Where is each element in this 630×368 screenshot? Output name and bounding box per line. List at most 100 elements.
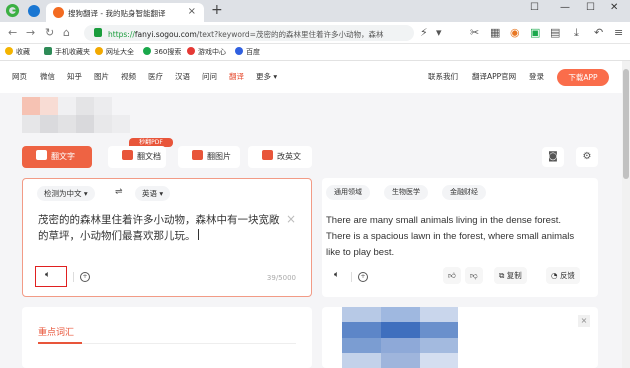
bookmark-sites[interactable]: 网址大全	[95, 47, 134, 57]
edit-icon	[262, 150, 273, 160]
login-link[interactable]: 登录	[529, 71, 544, 82]
sogou-favicon-icon	[53, 7, 64, 18]
domain-finance[interactable]: 金融财经	[442, 185, 486, 200]
forward-icon[interactable]: →	[26, 26, 35, 39]
browser-logo-icon[interactable]	[5, 3, 20, 18]
nav-web[interactable]: 网页	[12, 71, 27, 82]
tab-translate-image[interactable]: 翻图片	[178, 146, 240, 168]
speaker-icon[interactable]: 🔈︎	[45, 270, 50, 280]
scrollbar-thumb[interactable]	[623, 69, 629, 179]
add-icon[interactable]: +	[358, 272, 368, 282]
pinned-tab-icon[interactable]	[28, 5, 40, 17]
char-count: 39/5000	[266, 274, 296, 282]
bookmark-360[interactable]: 360搜索	[143, 47, 181, 57]
speaker-icon[interactable]: 🔈︎	[334, 270, 339, 280]
nav-zhihu[interactable]: 知乎	[67, 71, 82, 82]
nav-hanyu[interactable]: 汉语	[175, 71, 190, 82]
gamepad-icon[interactable]: ◉	[510, 26, 520, 39]
back-icon[interactable]: ←	[8, 26, 17, 39]
new-tab-button[interactable]: +	[211, 2, 223, 18]
nav-medical[interactable]: 医疗	[148, 71, 163, 82]
menu-icon[interactable]: ≡	[614, 26, 623, 39]
site-nav: 网页 微信 知乎 图片 视频 医疗 汉语 问问 翻译 更多 ▾ 联系我们 翻译A…	[0, 61, 622, 93]
tab-translate-doc[interactable]: 翻文档	[108, 146, 166, 168]
ad-close-icon[interactable]: ×	[578, 315, 590, 327]
tab-close-icon[interactable]: ×	[188, 6, 196, 17]
active-underline	[38, 342, 82, 344]
star-icon	[5, 47, 13, 55]
ad-panel: ×	[322, 307, 598, 368]
feedback-button[interactable]: ◔ 反馈	[546, 267, 580, 284]
domain-biomed[interactable]: 生物医学	[384, 185, 428, 200]
home-icon[interactable]: ⌂	[63, 26, 70, 39]
apps-icon[interactable]: ▤	[550, 26, 560, 39]
divider	[351, 272, 352, 282]
tab-correct-english[interactable]: 改英文	[248, 146, 312, 168]
browser-tab-bar: 搜狗翻译 - 我的贴身智能翻译 × + ☐ — ☐ ✕	[0, 0, 630, 22]
tab-title: 搜狗翻译 - 我的贴身智能翻译	[68, 9, 166, 18]
document-icon	[122, 150, 133, 160]
window-restore-icon[interactable]: ☐	[530, 2, 539, 13]
nav-video[interactable]: 视频	[121, 71, 136, 82]
extension-icon[interactable]: ▣	[530, 26, 540, 39]
page-scrollbar[interactable]	[622, 61, 630, 368]
url-field[interactable]: https://fanyi.sogou.com/text?keyword=茂密的…	[84, 25, 414, 41]
domain-general[interactable]: 通用领域	[326, 185, 370, 200]
source-text-input[interactable]: 茂密的的森林里住着许多小动物，森林中有一块宽敞的草坪，小动物们最喜欢那儿玩。	[38, 212, 288, 244]
like-button[interactable]: 👍︎	[443, 267, 461, 284]
url-text: https://fanyi.sogou.com/text?keyword=茂密的…	[108, 30, 384, 39]
divider	[73, 272, 74, 282]
text-icon	[36, 150, 47, 160]
dropdown-icon[interactable]: ▾	[436, 26, 442, 39]
bookmark-mobile[interactable]: 手机收藏夹	[44, 47, 90, 57]
window-close-icon[interactable]: ✕	[610, 2, 618, 13]
contact-link[interactable]: 联系我们	[428, 71, 458, 82]
download-icon[interactable]: ⤓	[574, 26, 579, 40]
copy-icon: ⧉	[499, 271, 507, 280]
nav-more[interactable]: 更多 ▾	[256, 71, 277, 82]
nav-images[interactable]: 图片	[94, 71, 109, 82]
keywords-title[interactable]: 重点词汇	[38, 325, 74, 338]
baidu-icon	[235, 47, 243, 55]
grid-icon[interactable]: ▦	[490, 26, 500, 39]
mobile-icon	[44, 47, 52, 55]
target-panel: 通用领域 生物医学 金融财经 There are many small anim…	[322, 178, 598, 297]
add-icon[interactable]: +	[80, 272, 90, 282]
game-icon	[187, 47, 195, 55]
camera-icon[interactable]: ◙	[542, 147, 564, 167]
lightning-icon[interactable]: ⚡	[420, 26, 428, 39]
download-app-button[interactable]: 下载APP	[557, 69, 609, 86]
translation-output: There are many small animals living in t…	[326, 215, 575, 258]
undo-icon[interactable]: ↶	[594, 26, 603, 39]
360-icon	[143, 47, 151, 55]
clear-text-icon[interactable]: ×	[286, 212, 296, 226]
source-language-select[interactable]: 检测为中文 ▾	[37, 186, 95, 201]
feedback-icon: ◔	[551, 271, 560, 280]
nav-wenwen[interactable]: 问问	[202, 71, 217, 82]
bookmark-baidu[interactable]: 百度	[235, 47, 260, 57]
nav-translate[interactable]: 翻译	[229, 71, 244, 82]
target-language-select[interactable]: 英语 ▾	[135, 186, 171, 201]
ad-image[interactable]	[342, 307, 458, 368]
keywords-panel: 重点词汇	[22, 307, 312, 368]
active-tab[interactable]: 搜狗翻译 - 我的贴身智能翻译 ×	[46, 3, 204, 22]
bookmarks-bar: 收藏 手机收藏夹 网址大全 360搜索 游戏中心 百度	[0, 44, 630, 61]
blurred-logo	[22, 97, 142, 133]
image-icon	[192, 150, 203, 160]
source-panel: 检测为中文 ▾ ⇌ 英语 ▾ 茂密的的森林里住着许多小动物，森林中有一块宽敞的草…	[22, 178, 312, 297]
tab-translate-text[interactable]: 翻文字	[22, 146, 92, 168]
sites-icon	[95, 47, 103, 55]
window-maximize-icon[interactable]: ☐	[586, 2, 595, 13]
window-minimize-icon[interactable]: —	[560, 2, 570, 13]
text-caret	[197, 229, 199, 240]
scissors-icon[interactable]: ✂	[470, 26, 479, 39]
nav-wechat[interactable]: 微信	[40, 71, 55, 82]
bookmark-games[interactable]: 游戏中心	[187, 47, 226, 57]
copy-button[interactable]: ⧉ 复制	[494, 267, 527, 284]
bookmark-favorites[interactable]: 收藏	[5, 47, 30, 57]
swap-languages-icon[interactable]: ⇌	[115, 187, 123, 197]
dislike-button[interactable]: 👎︎	[465, 267, 483, 284]
refresh-icon[interactable]: ↻	[45, 26, 54, 39]
settings-icon[interactable]: ⚙	[576, 147, 598, 167]
app-site-link[interactable]: 翻译APP官网	[472, 71, 516, 82]
